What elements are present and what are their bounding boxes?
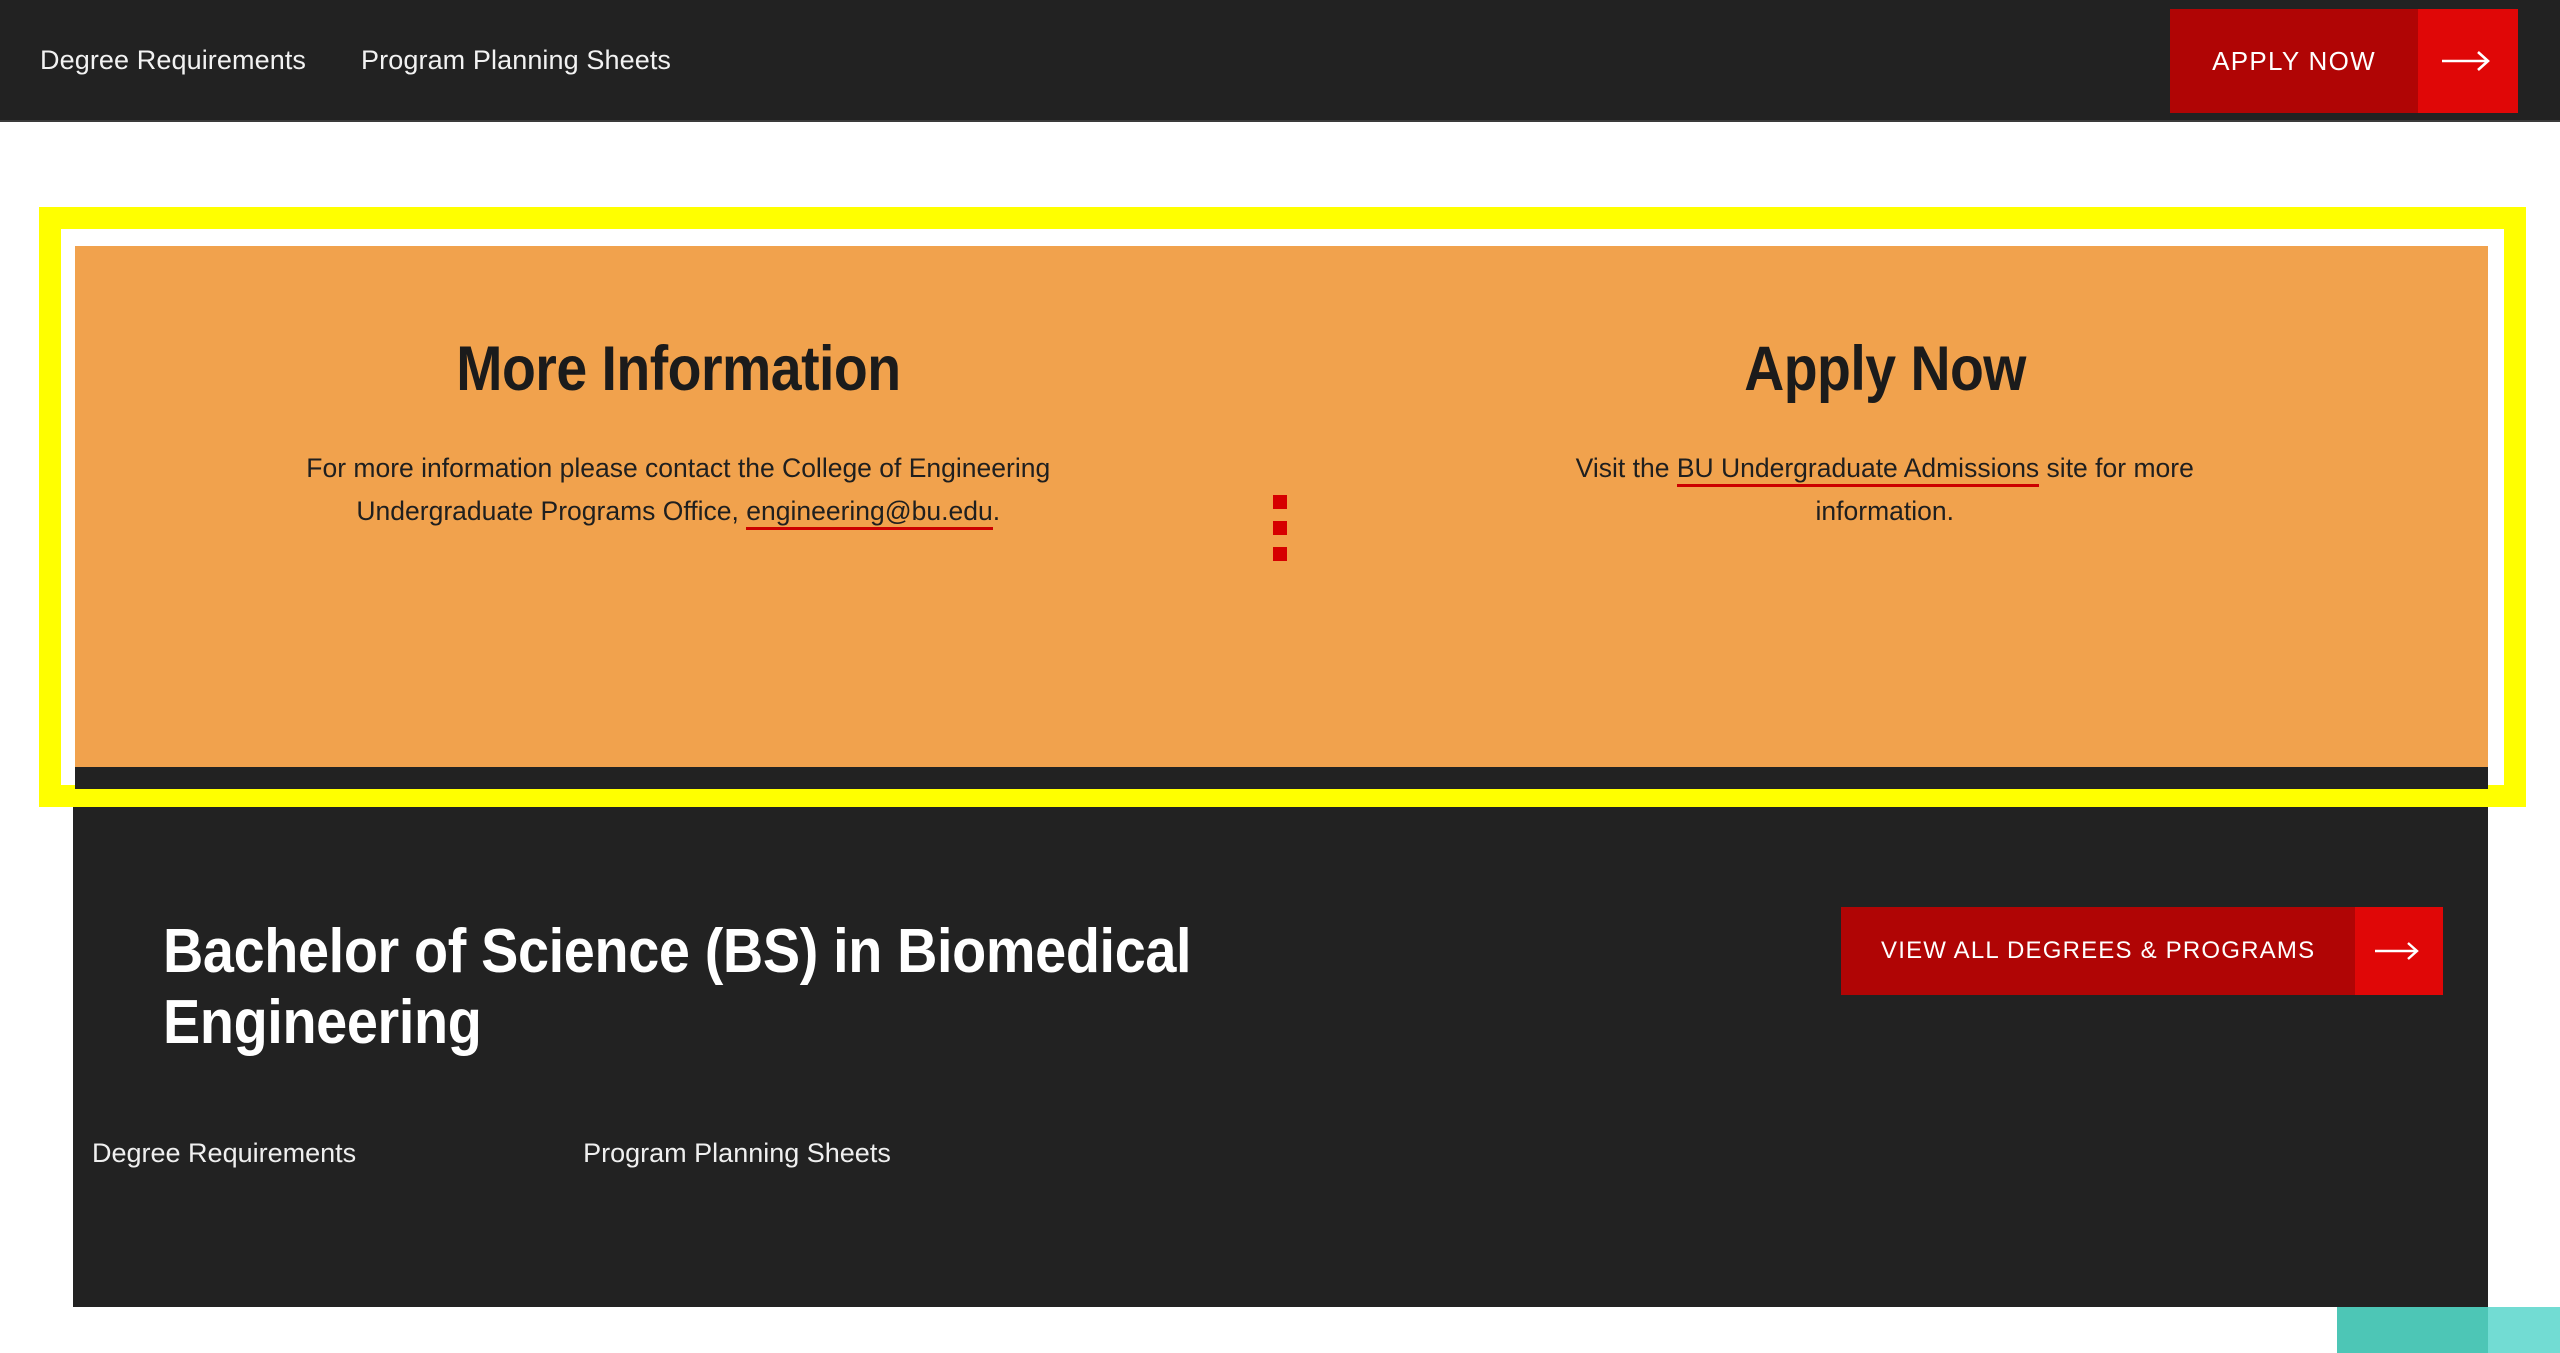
top-bar-nav: Degree Requirements Program Planning She…	[40, 0, 671, 120]
bu-undergraduate-admissions-link[interactable]: BU Undergraduate Admissions	[1676, 453, 2040, 487]
degree-link-program-planning-sheets[interactable]: Program Planning Sheets	[583, 1138, 891, 1169]
view-all-button-label: VIEW ALL DEGREES & PROGRAMS	[1841, 907, 2356, 995]
page-title: Bachelor of Science (BS) in Biomedical E…	[163, 917, 1192, 1057]
sticky-top-bar: Degree Requirements Program Planning She…	[0, 0, 2560, 122]
promo-body-text-part-2: .	[992, 495, 1001, 526]
promo-column-more-information: More Information For more information pl…	[75, 246, 1282, 533]
email-link[interactable]: engineering@bu.edu	[746, 495, 993, 530]
promo-column-apply-now: Apply Now Visit the BU Undergraduate Adm…	[1282, 246, 2489, 533]
apply-now-button[interactable]: APPLY NOW	[2170, 9, 2518, 113]
divider-dot-icon	[1273, 547, 1287, 561]
degree-panel: Bachelor of Science (BS) in Biomedical E…	[73, 807, 2488, 1307]
promo-bottom-strip	[75, 767, 2488, 789]
arrow-right-icon	[2418, 9, 2518, 113]
apply-now-button-label: APPLY NOW	[2170, 9, 2418, 113]
promo-body-apply-now: Visit the BU Undergraduate Admissions si…	[1575, 447, 2195, 533]
view-all-degrees-and-programs-button[interactable]: VIEW ALL DEGREES & PROGRAMS	[1841, 907, 2444, 995]
promo-body-more-information: For more information please contact the …	[278, 447, 1078, 533]
promo-heading-apply-now: Apply Now	[1743, 334, 2026, 404]
page-root: Degree Requirements Program Planning She…	[0, 0, 2560, 1353]
top-nav-link-program-planning-sheets[interactable]: Program Planning Sheets	[361, 45, 671, 76]
divider-dot-icon	[1273, 521, 1287, 535]
degree-link-degree-requirements[interactable]: Degree Requirements	[92, 1138, 356, 1169]
promo-body-text-part-1: Visit the	[1575, 453, 1677, 483]
divider-dot-icon	[1273, 495, 1287, 509]
promo-heading-more-information: More Information	[456, 334, 901, 404]
teal-accent-block-dark	[2337, 1307, 2488, 1353]
promo-column-divider-dots	[1273, 495, 1287, 561]
teal-accent-block-light	[2488, 1307, 2560, 1353]
degree-panel-links: Degree Requirements Program Planning She…	[92, 1138, 891, 1169]
top-nav-link-degree-requirements[interactable]: Degree Requirements	[40, 45, 306, 76]
arrow-right-icon	[2355, 907, 2444, 995]
